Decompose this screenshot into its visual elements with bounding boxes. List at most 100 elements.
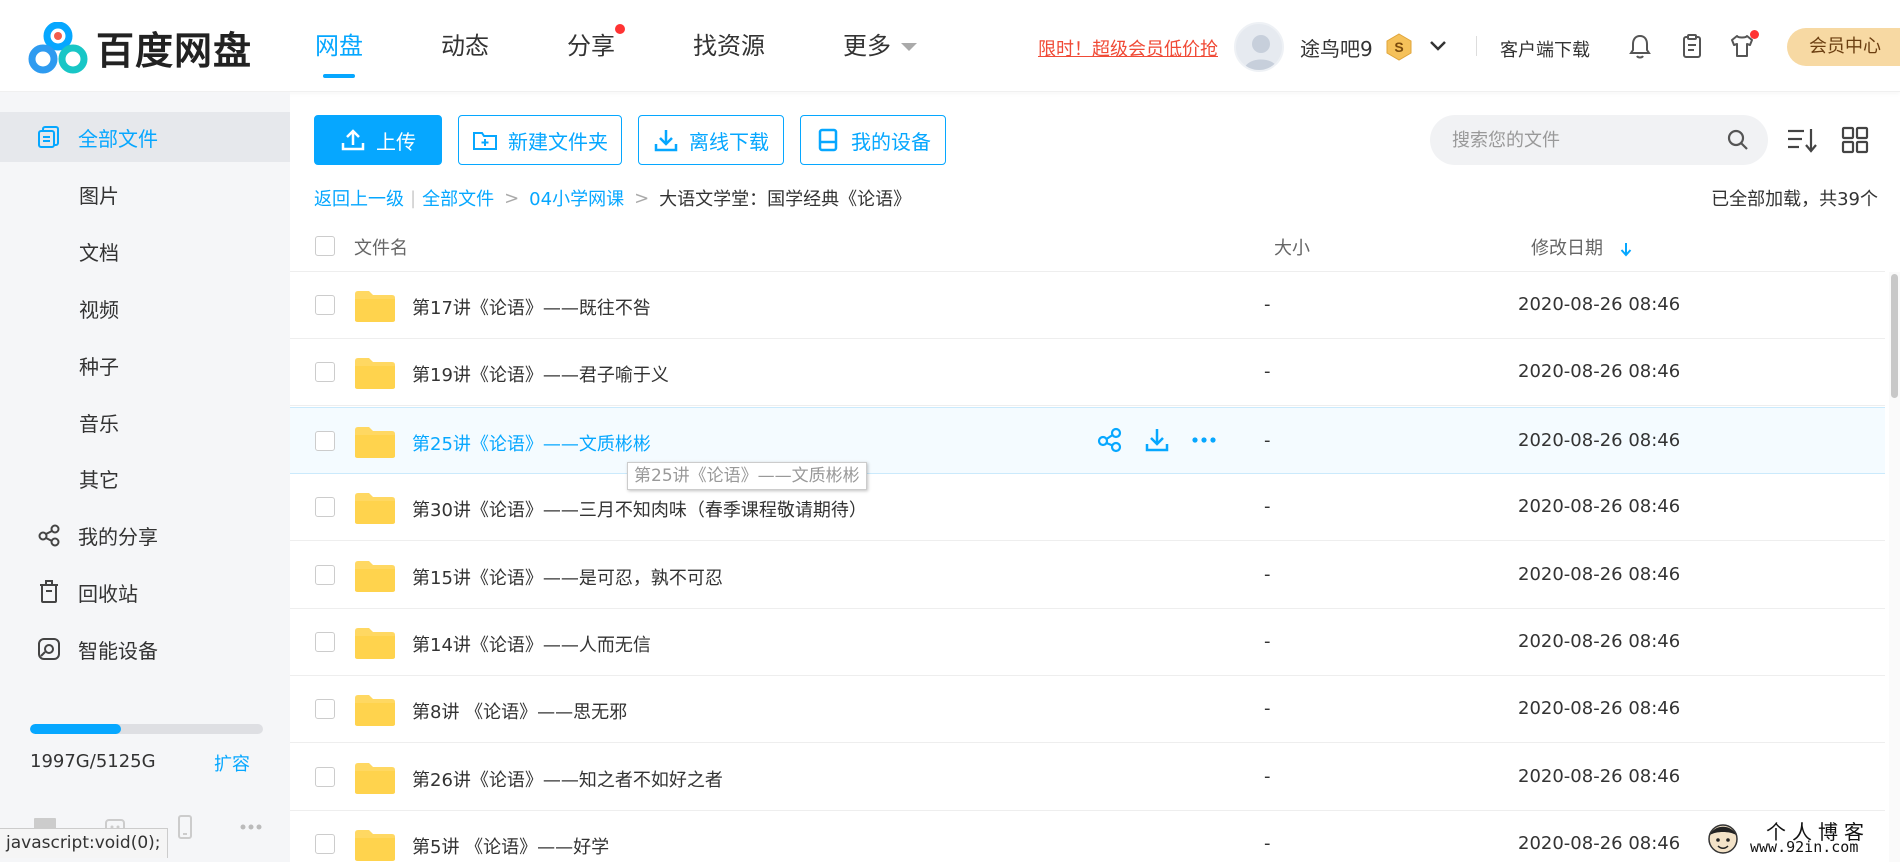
file-modified-date: 2020-08-26 08:46 <box>1518 833 1681 855</box>
username[interactable]: 途鸟吧9 <box>1300 33 1373 62</box>
table-row[interactable]: 第5讲 《论语》——好学 - 2020-08-26 08:46 <box>290 811 1885 862</box>
table-row[interactable]: 第14讲《论语》——人而无信 - 2020-08-26 08:46 <box>290 609 1885 676</box>
promo-link[interactable]: 限时！超级会员低价抢 <box>1038 35 1218 61</box>
file-size: - <box>1264 631 1271 652</box>
search-input[interactable] <box>1452 115 1712 165</box>
table-row[interactable]: 第30讲《论语》——三月不知肉味（春季课程敬请期待） - 2020-08-26 08… <box>290 474 1885 542</box>
watermark: 个人博客 www.92in.com <box>1706 818 1898 862</box>
sidebar-item-other[interactable]: 其它 <box>0 453 290 503</box>
load-count-info: 已全部加载，共39个 <box>1711 189 1878 210</box>
grid-view-icon[interactable] <box>1838 123 1872 157</box>
user-avatar-icon <box>1244 35 1278 70</box>
row-checkbox[interactable] <box>315 834 335 855</box>
row-checkbox[interactable] <box>315 632 335 652</box>
sidebar-item-torrents[interactable]: 种子 <box>0 340 290 390</box>
breadcrumb-all-files[interactable]: 全部文件 <box>422 185 494 211</box>
row-checkbox[interactable] <box>315 497 335 518</box>
avatar[interactable] <box>1234 22 1284 72</box>
table-row[interactable]: 第15讲《论语》——是可忍，孰不可忍 - 2020-08-26 08:46 <box>290 542 1885 609</box>
file-modified-date: 2020-08-26 08:46 <box>1518 698 1681 720</box>
file-name[interactable]: 第19讲《论语》——君子喻于义 <box>412 361 669 387</box>
table-row[interactable]: 第26讲《论语》——知之者不如好之者 - 2020-08-26 08:46 <box>290 744 1885 811</box>
sidebar-item-label: 图片 <box>79 183 119 208</box>
folder-icon <box>355 426 395 458</box>
clipboard-icon[interactable] <box>1678 32 1706 60</box>
sidebar-item-label: 我的分享 <box>78 524 158 549</box>
bell-icon[interactable] <box>1626 32 1654 60</box>
notification-dot <box>615 24 625 34</box>
file-name[interactable]: 第8讲 《论语》——思无邪 <box>412 698 627 724</box>
sidebar-item-recycle-bin[interactable]: 回收站 <box>0 567 290 617</box>
table-row[interactable]: 第19讲《论语》——君子喻于义 - 2020-08-26 08:46 <box>290 339 1885 407</box>
download-icon[interactable] <box>1143 426 1171 454</box>
my-devices-button[interactable]: 我的设备 <box>800 115 946 165</box>
row-checkbox[interactable] <box>315 766 335 787</box>
breadcrumb-primary-courses[interactable]: 04小学网课 <box>529 185 624 211</box>
row-actions <box>1096 426 1237 454</box>
sidebar-item-all-files[interactable]: 全部文件 <box>0 112 290 162</box>
file-modified-date: 2020-08-26 08:46 <box>1518 631 1681 652</box>
file-modified-date: 2020-08-26 08:46 <box>1518 429 1681 451</box>
row-checkbox[interactable] <box>315 699 335 720</box>
column-header-date[interactable]: 修改日期 <box>1531 234 1633 260</box>
file-name[interactable]: 第17讲《论语》——既往不咎 <box>412 294 651 320</box>
scrollbar[interactable] <box>1889 272 1900 862</box>
sort-icon[interactable] <box>1785 123 1819 157</box>
sidebar-item-videos[interactable]: 视频 <box>0 283 290 333</box>
row-checkbox[interactable] <box>315 362 335 383</box>
file-size: - <box>1264 765 1271 787</box>
chevron-down-icon[interactable] <box>1428 36 1448 56</box>
file-name[interactable]: 第15讲《论语》——是可忍，孰不可忍 <box>412 564 723 590</box>
sidebar-item-music[interactable]: 音乐 <box>0 397 290 447</box>
sidebar-item-images[interactable]: 图片 <box>0 169 290 219</box>
file-name[interactable]: 第30讲《论语》——三月不知肉味（春季课程敬请期待） <box>412 496 867 522</box>
logo[interactable]: 百度网盘 <box>28 20 252 75</box>
table-row[interactable]: 第25讲《论语》——文质彬彬 - 2020-08-26 08:46 <box>290 406 1885 474</box>
status-url-tooltip: javascript:void(0); <box>0 828 168 858</box>
phone-icon[interactable] <box>172 814 198 840</box>
nav-more[interactable]: 更多 <box>843 0 917 92</box>
row-checkbox[interactable] <box>315 295 335 315</box>
nav-find-resources-label: 找资源 <box>693 32 765 60</box>
expand-storage-link[interactable]: 扩容 <box>214 750 250 776</box>
nav-share[interactable]: 分享 <box>567 0 625 92</box>
file-name[interactable]: 第5讲 《论语》——好学 <box>412 833 609 859</box>
upload-icon <box>341 129 365 151</box>
search-icon[interactable] <box>1726 128 1750 152</box>
sidebar-item-documents[interactable]: 文档 <box>0 226 290 276</box>
file-modified-date: 2020-08-26 08:46 <box>1518 294 1681 315</box>
baidu-netdisk-logo-icon <box>28 21 88 73</box>
share-icon[interactable] <box>1096 426 1124 454</box>
file-size: - <box>1264 294 1271 315</box>
client-download-link[interactable]: 客户端下载 <box>1500 36 1590 62</box>
more-dots-icon[interactable] <box>238 814 264 840</box>
new-folder-button[interactable]: 新建文件夹 <box>458 115 622 165</box>
vip-center-button[interactable]: 会员中心 <box>1787 28 1900 66</box>
sidebar-item-my-shares[interactable]: 我的分享 <box>0 510 290 560</box>
offline-download-button[interactable]: 离线下载 <box>638 115 784 165</box>
select-all-checkbox[interactable] <box>315 236 335 256</box>
scrollbar-thumb[interactable] <box>1891 274 1898 398</box>
file-name[interactable]: 第26讲《论语》——知之者不如好之者 <box>412 766 723 792</box>
row-checkbox[interactable] <box>315 564 335 585</box>
notification-dot <box>1750 30 1759 39</box>
file-name[interactable]: 第14讲《论语》——人而无信 <box>412 631 651 657</box>
breadcrumb-back[interactable]: 返回上一级 <box>314 185 404 211</box>
folder-icon <box>355 628 395 659</box>
sidebar-item-label: 种子 <box>79 354 119 379</box>
nav-feed[interactable]: 动态 <box>441 0 489 92</box>
file-size: - <box>1264 563 1271 585</box>
folder-icon <box>355 762 395 794</box>
more-dots-icon[interactable] <box>1190 426 1218 454</box>
upload-button[interactable]: 上传 <box>314 115 442 165</box>
table-row[interactable]: 第17讲《论语》——既往不咎 - 2020-08-26 08:46 <box>290 272 1885 339</box>
nav-netdisk[interactable]: 网盘 <box>315 0 363 92</box>
sidebar-item-smart-devices[interactable]: 智能设备 <box>0 624 290 674</box>
table-row[interactable]: 第8讲 《论语》——思无邪 - 2020-08-26 08:46 <box>290 676 1885 744</box>
nav-find-resources[interactable]: 找资源 <box>693 0 765 92</box>
column-header-name[interactable]: 文件名 <box>354 234 408 260</box>
file-name[interactable]: 第25讲《论语》——文质彬彬 <box>412 430 651 456</box>
row-checkbox[interactable] <box>315 430 335 451</box>
file-modified-date: 2020-08-26 08:46 <box>1518 361 1681 383</box>
column-header-size[interactable]: 大小 <box>1274 234 1310 260</box>
